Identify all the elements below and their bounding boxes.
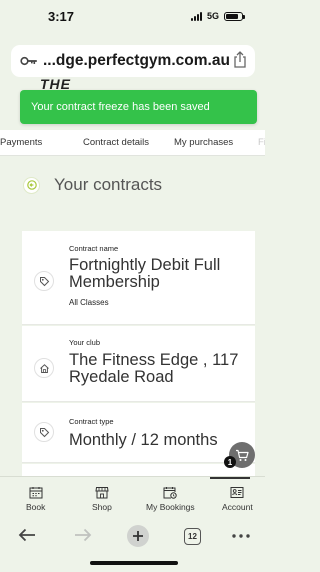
nav-account-label: Account xyxy=(222,502,253,512)
tab-more[interactable]: Fi xyxy=(258,137,265,148)
calendar-clock-icon xyxy=(163,487,178,499)
arrow-left-icon xyxy=(18,528,35,542)
contract-tabs: Payments Contract details My purchases F… xyxy=(0,130,265,156)
success-toast: Your contract freeze has been saved xyxy=(20,90,257,124)
contract-type-card: Contract type Monthly / 12 months xyxy=(22,403,255,463)
nav-my-bookings-label: My Bookings xyxy=(146,502,195,512)
contract-name-value: Fortnightly Debit Full Membership xyxy=(69,256,221,291)
nav-my-bookings[interactable]: My Bookings xyxy=(146,486,195,512)
club-value: The Fitness Edge , 117 Ryedale Road xyxy=(69,351,239,386)
browser-back-button[interactable] xyxy=(18,528,36,542)
nav-book-label: Book xyxy=(26,502,46,512)
app-bottom-nav: Book Shop My Bookings Account xyxy=(0,476,265,518)
signal-icon xyxy=(190,11,202,21)
battery-level xyxy=(226,13,238,19)
home-icon xyxy=(34,358,54,378)
browser-toolbar: 12 xyxy=(0,518,265,572)
tab-payments[interactable]: Payments xyxy=(0,137,42,148)
tabs-button[interactable]: 12 xyxy=(184,528,201,545)
url-text: ...dge.perfectgym.com.au xyxy=(43,52,230,69)
cart-icon xyxy=(236,449,249,461)
contract-type-value: Monthly / 12 months xyxy=(69,431,218,449)
page-content: THE Payments Contract details My purchas… xyxy=(0,78,265,476)
arrow-left-circle-icon[interactable] xyxy=(23,176,40,194)
tab-my-purchases[interactable]: My purchases xyxy=(174,137,233,148)
contract-type-label: Contract type xyxy=(69,417,114,426)
nav-account[interactable]: Account xyxy=(222,486,253,512)
status-bar: 3:17 5G xyxy=(0,0,265,36)
plus-icon xyxy=(127,525,149,547)
contracts-heading: Your contracts xyxy=(23,174,162,196)
status-indicators: 5G xyxy=(190,11,245,21)
tab-contract-details[interactable]: Contract details xyxy=(83,137,149,148)
new-tab-button[interactable] xyxy=(127,525,149,547)
address-bar[interactable]: ...dge.perfectgym.com.au xyxy=(11,45,255,77)
club-label: Your club xyxy=(69,338,100,347)
tab-count: 12 xyxy=(184,528,201,545)
club-card: Your club The Fitness Edge , 117 Ryedale… xyxy=(22,326,255,402)
tag-icon xyxy=(34,271,54,291)
cart-badge: 1 xyxy=(224,456,236,468)
more-button[interactable] xyxy=(232,534,250,538)
toast-message: Your contract freeze has been saved xyxy=(31,101,210,113)
next-card xyxy=(22,464,255,476)
arrow-left-glyph xyxy=(26,180,37,190)
contract-name-card: Contract name Fortnightly Debit Full Mem… xyxy=(22,231,255,325)
status-time: 3:17 xyxy=(48,9,75,24)
network-label: 5G xyxy=(206,11,219,21)
ellipsis-icon xyxy=(232,534,250,538)
tag-icon xyxy=(34,422,54,442)
battery-icon xyxy=(224,11,245,21)
contract-name-sub: All Classes xyxy=(69,298,109,307)
nav-book[interactable]: Book xyxy=(26,486,45,512)
active-tab-indicator xyxy=(210,477,250,479)
nav-shop[interactable]: Shop xyxy=(92,486,112,512)
contract-name-label: Contract name xyxy=(69,244,119,253)
browser-forward-button[interactable] xyxy=(74,528,92,542)
arrow-right-icon xyxy=(75,528,92,542)
page-title: Your contracts xyxy=(54,175,163,194)
home-indicator xyxy=(90,561,178,565)
id-card-icon xyxy=(230,487,244,498)
share-icon[interactable] xyxy=(233,51,247,69)
key-icon xyxy=(20,56,37,66)
calendar-icon xyxy=(29,487,43,499)
store-icon xyxy=(95,487,109,499)
nav-shop-label: Shop xyxy=(92,502,112,512)
